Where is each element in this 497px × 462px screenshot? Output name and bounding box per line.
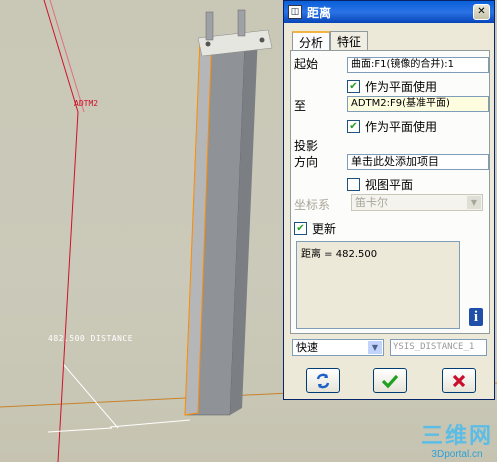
projection-label-line1: 投影 xyxy=(294,139,319,153)
chevron-down-icon: ▼ xyxy=(467,196,481,209)
distance-dialog: ◫ 距离 ✕ 分析 特征 起始 曲面:F1(镜像的合并):1 ✔ 作为平面使用 … xyxy=(283,0,495,400)
bracket-hole-left xyxy=(205,41,211,47)
distance-annotation: 482.500 DISTANCE xyxy=(48,334,134,343)
watermark: 三维网 3Dportal.cn xyxy=(420,424,493,461)
info-icon[interactable]: i xyxy=(469,308,483,326)
close-button[interactable]: ✕ xyxy=(473,4,490,20)
bracket-flange-left xyxy=(205,11,214,41)
view-plane-label: 视图平面 xyxy=(365,178,414,192)
dialog-title: 距离 xyxy=(307,5,332,20)
to-as-plane-checkbox[interactable]: ✔ 作为平面使用 xyxy=(347,118,437,135)
analysis-panel: 起始 曲面:F1(镜像的合并):1 ✔ 作为平面使用 至 ADTM2:F9(基准… xyxy=(290,50,490,334)
tab-feature[interactable]: 特征 xyxy=(330,31,369,50)
result-display: 距离 = 482.500 xyxy=(296,241,460,329)
datum-label-adtm2: ADTM2 xyxy=(74,99,99,108)
feature-name-field[interactable]: YSIS_DISTANCE_1 xyxy=(390,339,487,356)
projection-label-line2: 方向 xyxy=(294,155,319,169)
cancel-button[interactable] xyxy=(442,368,476,393)
to-label: 至 xyxy=(294,99,307,113)
from-as-plane-label: 作为平面使用 xyxy=(365,80,438,94)
projection-direction-field[interactable]: 单击此处添加项目 xyxy=(347,154,489,170)
dimension-extension xyxy=(47,427,113,433)
to-reference-field[interactable]: ADTM2:F9(基准平面) xyxy=(347,96,489,112)
coordinate-system-value: 笛卡尔 xyxy=(355,196,388,209)
dialog-tabs: 分析 特征 xyxy=(292,31,369,51)
analysis-mode-value: 快速 xyxy=(296,341,318,354)
repeat-icon xyxy=(316,373,330,388)
watermark-sub-text: 3Dportal.cn xyxy=(431,449,483,460)
ok-button[interactable] xyxy=(373,368,407,393)
checkmark-icon xyxy=(381,374,399,388)
analysis-mode-select[interactable]: 快速 ▼ xyxy=(292,339,384,356)
datum-plane-adtm2-edge xyxy=(43,0,79,462)
update-checkbox[interactable]: ✔ 更新 xyxy=(294,220,336,237)
tab-analysis[interactable]: 分析 xyxy=(292,31,331,51)
from-reference-field[interactable]: 曲面:F1(镜像的合并):1 xyxy=(347,57,489,73)
dimension-leader xyxy=(63,364,119,429)
bracket-flange-right xyxy=(237,9,246,37)
dialog-app-icon: ◫ xyxy=(288,5,302,19)
repeat-button[interactable] xyxy=(306,368,340,393)
from-as-plane-check-icon: ✔ xyxy=(347,80,360,93)
datum-plane-adtm2-edge-inner xyxy=(49,0,85,113)
to-as-plane-check-icon: ✔ xyxy=(347,120,360,133)
coordinate-system-select: 笛卡尔 ▼ xyxy=(351,194,483,211)
cancel-x-icon xyxy=(452,374,466,387)
from-label: 起始 xyxy=(294,57,319,71)
dialog-titlebar[interactable]: ◫ 距离 xyxy=(284,1,494,23)
update-check-icon: ✔ xyxy=(294,222,307,235)
to-as-plane-label: 作为平面使用 xyxy=(365,120,438,134)
view-plane-checkbox[interactable]: 视图平面 xyxy=(347,176,413,193)
bracket-hole-right xyxy=(259,37,265,43)
update-label: 更新 xyxy=(312,222,337,236)
from-as-plane-checkbox[interactable]: ✔ 作为平面使用 xyxy=(347,78,437,95)
chevron-down-icon: ▼ xyxy=(368,341,382,354)
watermark-main-text: 三维网 xyxy=(420,424,493,449)
coordinate-system-label: 坐标系 xyxy=(294,198,331,212)
view-plane-check-box xyxy=(347,178,360,191)
dimension-line xyxy=(109,419,191,428)
